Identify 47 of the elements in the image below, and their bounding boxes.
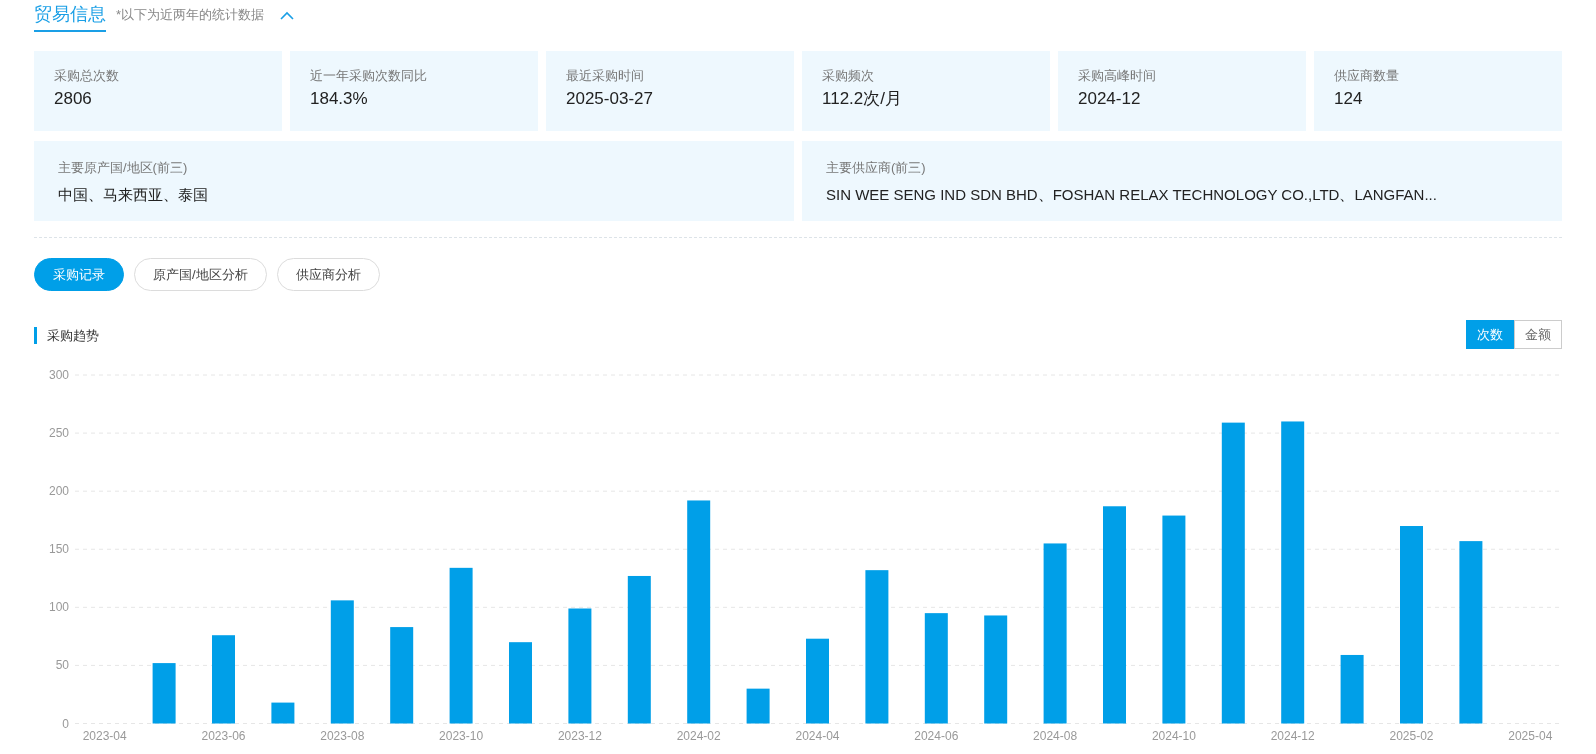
summary-value: 中国、马来西亚、泰国 (58, 186, 209, 204)
axis-tick-label: 250 (48, 426, 69, 441)
stat-label: 采购高峰时间 (1078, 68, 1157, 84)
stat-value: 2024-12 (1078, 89, 1142, 109)
summary-label: 主要原产国/地区(前三) (58, 160, 189, 176)
axis-tick-label: 2024-06 (914, 729, 959, 743)
axis-tick-label: 2024-02 (676, 729, 721, 743)
tab[interactable]: 供应商分析 (276, 258, 380, 291)
summary-label: 主要供应商(前三) (826, 160, 927, 176)
axis-tick-label: 2023-08 (320, 729, 365, 743)
stat-value: 112.2次/月 (822, 89, 903, 109)
chart-title: 采购趋势 (34, 326, 99, 344)
axis-tick-label: 200 (48, 484, 69, 499)
stat-label: 采购总次数 (54, 68, 120, 84)
axis-tick-label: 2023-10 (439, 729, 484, 743)
axis-tick-label: 2024-04 (795, 729, 840, 743)
axis-tick-label: 0 (62, 716, 69, 731)
bar (152, 663, 176, 724)
axis-tick-label: 2023-04 (82, 729, 127, 743)
stat-label: 最近采购时间 (566, 68, 645, 84)
bar (1340, 654, 1364, 724)
tab[interactable]: 原产国/地区分析 (134, 258, 267, 291)
stat-label: 采购频次 (822, 68, 875, 84)
axis-tick-label: 2024-08 (1033, 729, 1078, 743)
stat-value: 2806 (54, 89, 93, 109)
summary-value: SIN WEE SENG IND SDN BHD、FOSHAN RELAX TECHNOLOGY CO.,LTD、LANGFAN... (826, 186, 1438, 204)
stat-value: 124 (1334, 89, 1364, 109)
chevron-up-icon[interactable] (280, 11, 295, 20)
stat-value: 184.3% (310, 89, 369, 109)
section-title: 贸易信息 (34, 2, 106, 32)
axis-tick-label: 2023-06 (201, 729, 246, 743)
stat-label: 供应商数量 (1334, 68, 1400, 84)
bar (271, 702, 295, 724)
axis-tick-label: 300 (48, 368, 69, 382)
axis-tick-label: 2024-12 (1270, 729, 1315, 743)
toggle-option[interactable]: 金额 (1514, 320, 1562, 349)
axis-tick-label: 2024-10 (1151, 729, 1196, 743)
axis-tick-label: 2025-02 (1389, 729, 1434, 743)
axis-tick-label: 50 (55, 658, 69, 673)
axis-tick-label: 2023-12 (557, 729, 602, 743)
note-text: *以下为近两年的统计数据 (116, 6, 265, 24)
axis-tick-label: 100 (48, 600, 69, 615)
bar (746, 688, 770, 724)
axis-tick-label: 2025-04 (1508, 729, 1553, 743)
axis-tick-label: 150 (48, 542, 69, 557)
stat-label: 近一年采购次数同比 (310, 68, 428, 84)
stat-value: 2025-03-27 (566, 89, 654, 109)
